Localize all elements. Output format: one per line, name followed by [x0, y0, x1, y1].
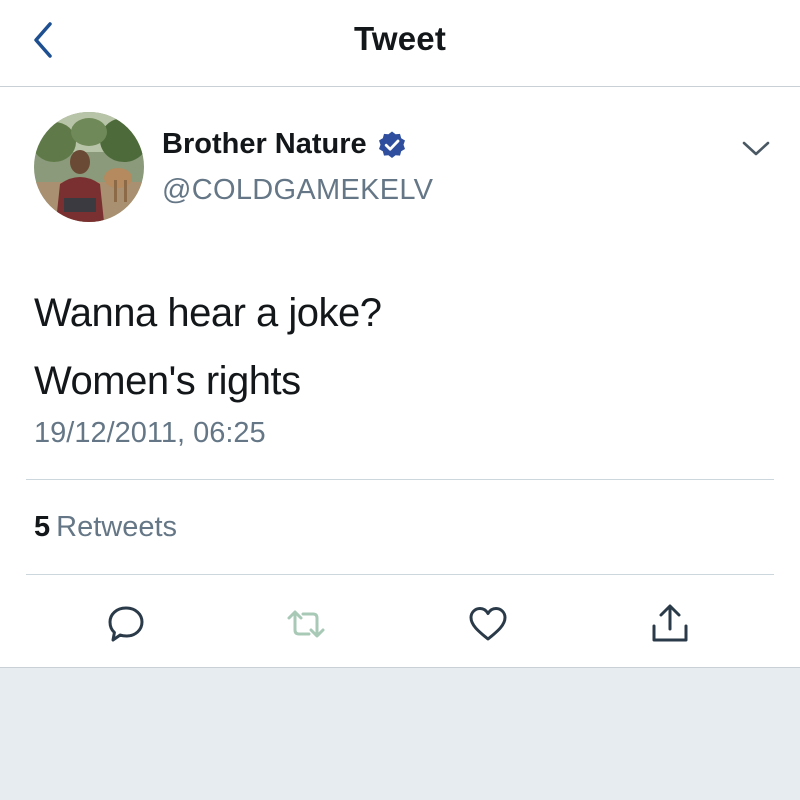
top-navigation-bar: Tweet [0, 0, 800, 87]
author-name-row: Brother Nature [162, 128, 407, 161]
author-name[interactable]: Brother Nature [162, 128, 367, 161]
comment-bubble-icon [108, 606, 144, 642]
tweet-card: Brother Nature @COLDGAMEKELV Wanna hear … [0, 87, 800, 668]
tweet-text-line: Wanna hear a joke? [34, 291, 382, 335]
share-icon [652, 604, 688, 642]
page-title: Tweet [353, 20, 447, 57]
more-options-button[interactable] [738, 135, 774, 161]
tweet-timestamp: 19/12/2011, 06:25 [34, 417, 266, 449]
retweet-icon [287, 610, 325, 638]
heart-icon [469, 607, 507, 641]
divider [26, 574, 774, 575]
share-button[interactable] [648, 602, 692, 646]
author-handle[interactable]: @COLDGAMEKELV [162, 174, 433, 207]
like-button[interactable] [466, 602, 510, 646]
retweet-button[interactable] [284, 602, 328, 646]
tweet-text-line: Women's rights [34, 359, 301, 403]
reply-button[interactable] [104, 602, 148, 646]
avatar-photo [34, 112, 144, 222]
tweet-text: Wanna hear a joke? Women's rights [34, 279, 382, 415]
divider [26, 479, 774, 480]
avatar[interactable] [34, 112, 144, 222]
verified-badge-icon [378, 131, 405, 158]
tweet-detail-screen: Tweet Brother Nature @COLDGAMEKELV Wanna… [0, 0, 800, 800]
retweet-count: 5 [34, 511, 51, 543]
retweet-label: Retweets [56, 511, 178, 543]
chevron-down-icon [742, 141, 770, 156]
retweet-stats[interactable]: 5 Retweets [34, 511, 177, 544]
